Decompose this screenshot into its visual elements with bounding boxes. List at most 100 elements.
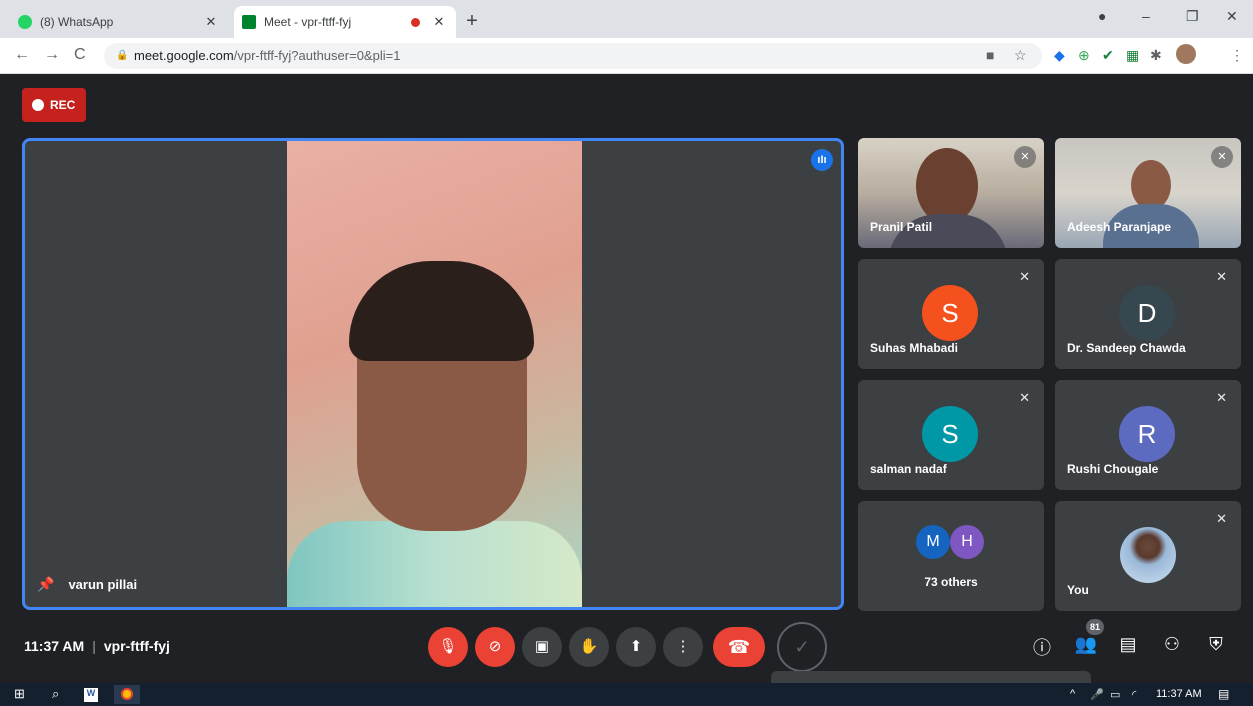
present-icon: ⬆ xyxy=(629,638,643,655)
grid-extension-icon[interactable]: ▦ xyxy=(1126,47,1139,64)
new-tab-button[interactable]: + xyxy=(460,10,484,34)
back-icon[interactable]: ← xyxy=(14,46,30,64)
muted-icon: ✕ xyxy=(1014,146,1036,168)
main-speaker-name: 📌 varun pillai xyxy=(37,576,138,593)
avatar: H xyxy=(950,525,984,559)
more-vert-icon: ⋮ xyxy=(675,638,691,655)
meet-icon xyxy=(242,15,256,29)
meeting-details-icon[interactable]: ⓘ xyxy=(1030,634,1054,660)
host-controls-icon[interactable]: ⛨ xyxy=(1204,634,1228,655)
captions-button[interactable]: ▣ xyxy=(522,627,562,667)
tab-whatsapp[interactable]: (8) WhatsApp ✕ xyxy=(18,6,228,38)
restore-button[interactable]: ❐ xyxy=(1186,8,1199,25)
wifi-icon[interactable]: ◜ xyxy=(1132,688,1136,701)
tab-title: Meet - vpr-ftff-fyj xyxy=(264,15,352,29)
speaker-video xyxy=(287,141,582,607)
tab-meet[interactable]: Meet - vpr-ftff-fyj ✕ xyxy=(234,6,456,38)
participant-name: Rushi Chougale xyxy=(1067,462,1159,476)
menu-icon[interactable]: ⋮ xyxy=(1230,47,1244,64)
profile-avatar[interactable] xyxy=(1176,44,1196,64)
participant-name: salman nadaf xyxy=(870,462,947,476)
taskbar-clock[interactable]: 11:37 AM xyxy=(1156,688,1202,700)
others-tile[interactable]: M H 73 others xyxy=(858,501,1044,611)
tab-title: (8) WhatsApp xyxy=(40,15,114,29)
recording-label: REC xyxy=(50,98,76,112)
participant-tile[interactable]: ✕ S Suhas Mhabadi xyxy=(858,259,1044,369)
word-app-icon[interactable]: W xyxy=(84,688,98,702)
more-options-button[interactable]: ⋮ xyxy=(663,627,703,667)
bookmark-star-icon[interactable]: ☆ xyxy=(1014,47,1027,64)
chat-icon[interactable]: ▤ xyxy=(1116,634,1140,655)
muted-icon: ✕ xyxy=(1019,390,1030,405)
forward-icon[interactable]: → xyxy=(44,46,60,64)
mic-off-icon: 🎙 xyxy=(438,638,458,655)
others-count-label: 73 others xyxy=(924,575,978,589)
speaking-indicator-icon: ıIı xyxy=(811,149,833,171)
camera-off-button[interactable]: ⊘ xyxy=(475,627,515,667)
participant-tile[interactable]: ✕ Adeesh Paranjape xyxy=(1055,138,1241,248)
captions-icon: ▣ xyxy=(534,638,550,655)
raise-hand-button[interactable]: ✋ xyxy=(569,627,609,667)
hand-icon: ✋ xyxy=(579,638,599,655)
check-icon[interactable]: ✓ xyxy=(777,622,827,672)
participant-tile[interactable]: ✕ D Dr. Sandeep Chawda xyxy=(1055,259,1241,369)
minimize-button[interactable]: – xyxy=(1142,8,1150,24)
close-tab-icon[interactable]: ✕ xyxy=(430,14,448,30)
tray-chevron-icon[interactable]: ^ xyxy=(1070,688,1075,700)
avatar: S xyxy=(922,285,978,341)
check-extension-icon[interactable]: ✔ xyxy=(1102,47,1114,64)
recording-indicator-icon xyxy=(411,17,420,27)
windows-start-icon[interactable]: ⊞ xyxy=(14,686,25,702)
pin-icon[interactable]: 📌 xyxy=(37,576,54,593)
os-taskbar: ⊞ ⌕ W ^ 🎤 ▭ ◜ 11:37 AM ▤ xyxy=(0,683,1253,706)
extension-icon[interactable]: ◆ xyxy=(1054,47,1065,64)
participant-tile[interactable]: ✕ S salman nadaf xyxy=(858,380,1044,490)
record-icon xyxy=(32,99,44,111)
participant-count-badge: 81 xyxy=(1086,619,1104,635)
search-icon[interactable]: ⌕ xyxy=(52,686,59,702)
muted-icon: ✕ xyxy=(1216,269,1227,284)
extensions-puzzle-icon[interactable]: ✱ xyxy=(1150,47,1162,64)
recording-badge: REC xyxy=(22,88,86,122)
profile-icon[interactable]: ● xyxy=(1098,8,1106,24)
leave-call-button[interactable]: ☎ xyxy=(713,627,765,667)
browser-tab-bar: (8) WhatsApp ✕ Meet - vpr-ftff-fyj ✕ + ●… xyxy=(0,0,1253,38)
meeting-code: vpr-ftff-fyj xyxy=(103,638,170,654)
meeting-time: 11:37 AM xyxy=(24,638,85,654)
participant-name: Dr. Sandeep Chawda xyxy=(1067,341,1186,355)
whatsapp-icon xyxy=(18,15,32,29)
notifications-icon[interactable]: ▤ xyxy=(1218,687,1229,701)
extension-icon[interactable]: ⊕ xyxy=(1078,47,1090,64)
microphone-off-button[interactable]: 🎙 xyxy=(428,627,468,667)
main-speaker-tile[interactable]: ıIı 📌 varun pillai xyxy=(22,138,844,610)
muted-icon: ✕ xyxy=(1019,269,1030,284)
participant-name: Pranil Patil xyxy=(870,220,933,234)
avatar: M xyxy=(916,525,950,559)
close-tab-icon[interactable]: ✕ xyxy=(202,14,220,30)
hangup-icon: ☎ xyxy=(727,637,751,657)
url-path: /vpr-ftff-fyj?authuser=0&pli=1 xyxy=(233,48,401,63)
people-icon[interactable]: 👥 xyxy=(1074,634,1098,655)
camera-icon[interactable]: ■ xyxy=(986,47,994,63)
present-screen-button[interactable]: ⬆ xyxy=(616,627,656,667)
muted-icon: ✕ xyxy=(1216,511,1227,526)
close-window-button[interactable]: ✕ xyxy=(1226,8,1238,25)
activities-icon[interactable]: ⚇ xyxy=(1160,634,1184,655)
mic-tray-icon[interactable]: 🎤 xyxy=(1090,688,1104,701)
reload-icon[interactable]: C xyxy=(74,46,86,64)
muted-icon: ✕ xyxy=(1216,390,1227,405)
self-avatar xyxy=(1120,527,1176,583)
avatar: S xyxy=(922,406,978,462)
participant-name: Suhas Mhabadi xyxy=(870,341,959,355)
participant-tile[interactable]: ✕ Pranil Patil xyxy=(858,138,1044,248)
battery-icon[interactable]: ▭ xyxy=(1110,688,1120,701)
participant-tile[interactable]: ✕ R Rushi Chougale xyxy=(1055,380,1241,490)
url-input[interactable]: 🔒 meet.google.com/vpr-ftff-fyj?authuser=… xyxy=(104,43,1042,69)
self-label: You xyxy=(1067,583,1089,597)
lock-icon: 🔒 xyxy=(116,50,129,61)
self-tile[interactable]: ✕ You xyxy=(1055,501,1241,611)
chrome-app-icon[interactable] xyxy=(114,685,140,704)
muted-icon: ✕ xyxy=(1211,146,1233,168)
participant-name: Adeesh Paranjape xyxy=(1067,220,1172,234)
avatar: D xyxy=(1119,285,1175,341)
